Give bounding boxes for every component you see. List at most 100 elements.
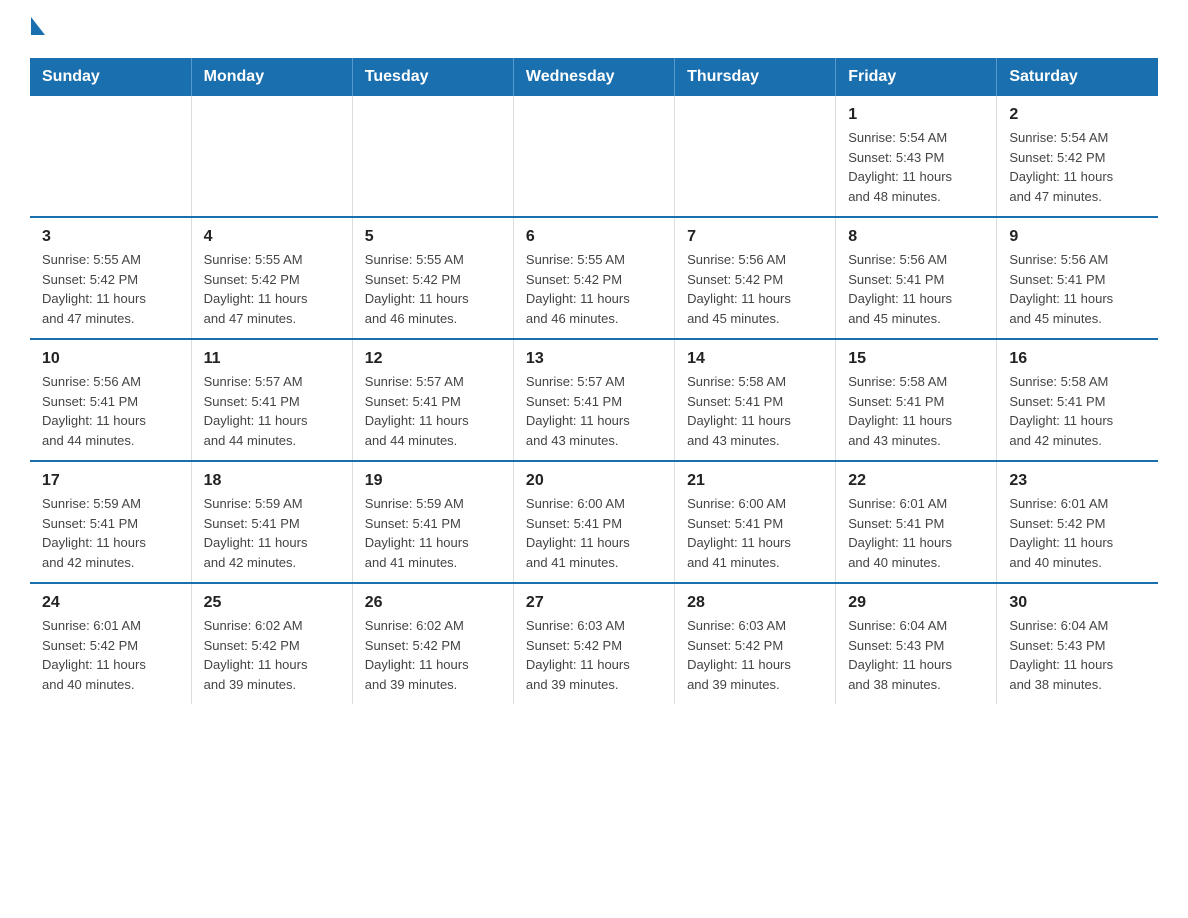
calendar-cell: 17 Sunrise: 5:59 AM Sunset: 5:41 PM Dayli… [30,461,191,583]
day-info: Sunrise: 6:04 AM Sunset: 5:43 PM Dayligh… [848,616,984,694]
day-number: 15 [848,350,984,368]
calendar-cell: 6 Sunrise: 5:55 AM Sunset: 5:42 PM Daylig… [513,217,674,339]
calendar-cell [675,96,836,217]
header [30,20,1158,38]
day-info: Sunrise: 5:56 AM Sunset: 5:41 PM Dayligh… [848,250,984,328]
week-row-5: 24Sunrise: 6:01 AM Sunset: 5:42 PM Dayli… [30,583,1158,704]
day-info: Sunrise: 5:54 AM Sunset: 5:42 PM Dayligh… [1009,128,1146,206]
day-number: 25 [204,594,340,612]
calendar-cell: 22Sunrise: 6:01 AM Sunset: 5:41 PM Dayli… [836,461,997,583]
calendar-cell: 27 Sunrise: 6:03 AM Sunset: 5:42 PM Dayli… [513,583,674,704]
day-number: 29 [848,594,984,612]
weekday-header-tuesday: Tuesday [352,58,513,96]
day-info: Sunrise: 5:58 AM Sunset: 5:41 PM Dayligh… [848,372,984,450]
day-number: 2 [1009,106,1146,124]
weekday-header-monday: Monday [191,58,352,96]
day-info: Sunrise: 5:57 AM Sunset: 5:41 PM Dayligh… [526,372,662,450]
week-row-1: 1Sunrise: 5:54 AM Sunset: 5:43 PM Daylig… [30,96,1158,217]
day-number: 30 [1009,594,1146,612]
weekday-header-friday: Friday [836,58,997,96]
calendar-cell: 24Sunrise: 6:01 AM Sunset: 5:42 PM Dayli… [30,583,191,704]
calendar-cell [352,96,513,217]
day-info: Sunrise: 6:01 AM Sunset: 5:41 PM Dayligh… [848,494,984,572]
calendar-cell [30,96,191,217]
day-number: 11 [204,350,340,368]
calendar-cell: 15 Sunrise: 5:58 AM Sunset: 5:41 PM Dayli… [836,339,997,461]
calendar-cell: 14 Sunrise: 5:58 AM Sunset: 5:41 PM Dayli… [675,339,836,461]
calendar-cell: 1Sunrise: 5:54 AM Sunset: 5:43 PM Daylig… [836,96,997,217]
day-info: Sunrise: 6:02 AM Sunset: 5:42 PM Dayligh… [365,616,501,694]
week-row-3: 10 Sunrise: 5:56 AM Sunset: 5:41 PM Dayli… [30,339,1158,461]
day-info: Sunrise: 5:59 AM Sunset: 5:41 PM Dayligh… [42,494,179,572]
day-number: 12 [365,350,501,368]
calendar-cell: 30 Sunrise: 6:04 AM Sunset: 5:43 PM Dayli… [997,583,1158,704]
day-info: Sunrise: 6:03 AM Sunset: 5:42 PM Dayligh… [526,616,662,694]
week-row-2: 3 Sunrise: 5:55 AM Sunset: 5:42 PM Daylig… [30,217,1158,339]
day-info: Sunrise: 5:55 AM Sunset: 5:42 PM Dayligh… [365,250,501,328]
calendar-cell: 25 Sunrise: 6:02 AM Sunset: 5:42 PM Dayli… [191,583,352,704]
calendar-cell: 12 Sunrise: 5:57 AM Sunset: 5:41 PM Dayli… [352,339,513,461]
day-number: 10 [42,350,179,368]
calendar-cell: 29 Sunrise: 6:04 AM Sunset: 5:43 PM Dayli… [836,583,997,704]
day-number: 14 [687,350,823,368]
day-number: 16 [1009,350,1146,368]
calendar-cell: 16 Sunrise: 5:58 AM Sunset: 5:41 PM Dayli… [997,339,1158,461]
day-info: Sunrise: 6:03 AM Sunset: 5:42 PM Dayligh… [687,616,823,694]
calendar-cell: 10 Sunrise: 5:56 AM Sunset: 5:41 PM Dayli… [30,339,191,461]
day-info: Sunrise: 5:55 AM Sunset: 5:42 PM Dayligh… [204,250,340,328]
weekday-header-row: SundayMondayTuesdayWednesdayThursdayFrid… [30,58,1158,96]
day-number: 8 [848,228,984,246]
day-number: 18 [204,472,340,490]
day-number: 7 [687,228,823,246]
calendar-cell: 3 Sunrise: 5:55 AM Sunset: 5:42 PM Daylig… [30,217,191,339]
calendar-cell: 19Sunrise: 5:59 AM Sunset: 5:41 PM Dayli… [352,461,513,583]
day-info: Sunrise: 5:55 AM Sunset: 5:42 PM Dayligh… [526,250,662,328]
day-info: Sunrise: 5:55 AM Sunset: 5:42 PM Dayligh… [42,250,179,328]
day-info: Sunrise: 5:58 AM Sunset: 5:41 PM Dayligh… [1009,372,1146,450]
calendar-cell: 23Sunrise: 6:01 AM Sunset: 5:42 PM Dayli… [997,461,1158,583]
day-info: Sunrise: 5:56 AM Sunset: 5:42 PM Dayligh… [687,250,823,328]
day-number: 28 [687,594,823,612]
calendar-cell: 26 Sunrise: 6:02 AM Sunset: 5:42 PM Dayli… [352,583,513,704]
day-number: 21 [687,472,823,490]
day-number: 9 [1009,228,1146,246]
day-number: 20 [526,472,662,490]
day-number: 26 [365,594,501,612]
day-number: 19 [365,472,501,490]
day-number: 13 [526,350,662,368]
day-number: 1 [848,106,984,124]
calendar-cell: 9 Sunrise: 5:56 AM Sunset: 5:41 PM Daylig… [997,217,1158,339]
day-info: Sunrise: 6:00 AM Sunset: 5:41 PM Dayligh… [687,494,823,572]
calendar-cell: 5Sunrise: 5:55 AM Sunset: 5:42 PM Daylig… [352,217,513,339]
calendar-cell: 18 Sunrise: 5:59 AM Sunset: 5:41 PM Dayli… [191,461,352,583]
calendar-cell: 7 Sunrise: 5:56 AM Sunset: 5:42 PM Daylig… [675,217,836,339]
day-info: Sunrise: 6:01 AM Sunset: 5:42 PM Dayligh… [42,616,179,694]
weekday-header-saturday: Saturday [997,58,1158,96]
day-info: Sunrise: 5:58 AM Sunset: 5:41 PM Dayligh… [687,372,823,450]
day-info: Sunrise: 6:04 AM Sunset: 5:43 PM Dayligh… [1009,616,1146,694]
day-number: 3 [42,228,179,246]
day-info: Sunrise: 5:57 AM Sunset: 5:41 PM Dayligh… [365,372,501,450]
day-info: Sunrise: 6:00 AM Sunset: 5:41 PM Dayligh… [526,494,662,572]
logo [30,20,45,38]
calendar-cell: 11 Sunrise: 5:57 AM Sunset: 5:41 PM Dayli… [191,339,352,461]
day-number: 4 [204,228,340,246]
day-number: 17 [42,472,179,490]
calendar-cell [513,96,674,217]
day-info: Sunrise: 5:59 AM Sunset: 5:41 PM Dayligh… [204,494,340,572]
calendar-cell: 28 Sunrise: 6:03 AM Sunset: 5:42 PM Dayli… [675,583,836,704]
day-info: Sunrise: 5:56 AM Sunset: 5:41 PM Dayligh… [1009,250,1146,328]
calendar-table: SundayMondayTuesdayWednesdayThursdayFrid… [30,58,1158,704]
calendar-cell: 8 Sunrise: 5:56 AM Sunset: 5:41 PM Daylig… [836,217,997,339]
calendar-cell: 21 Sunrise: 6:00 AM Sunset: 5:41 PM Dayli… [675,461,836,583]
calendar-cell: 4 Sunrise: 5:55 AM Sunset: 5:42 PM Daylig… [191,217,352,339]
calendar-cell: 20 Sunrise: 6:00 AM Sunset: 5:41 PM Dayli… [513,461,674,583]
day-info: Sunrise: 6:01 AM Sunset: 5:42 PM Dayligh… [1009,494,1146,572]
day-number: 6 [526,228,662,246]
calendar-cell: 2 Sunrise: 5:54 AM Sunset: 5:42 PM Daylig… [997,96,1158,217]
day-info: Sunrise: 5:56 AM Sunset: 5:41 PM Dayligh… [42,372,179,450]
day-number: 27 [526,594,662,612]
day-info: Sunrise: 6:02 AM Sunset: 5:42 PM Dayligh… [204,616,340,694]
day-info: Sunrise: 5:57 AM Sunset: 5:41 PM Dayligh… [204,372,340,450]
weekday-header-sunday: Sunday [30,58,191,96]
